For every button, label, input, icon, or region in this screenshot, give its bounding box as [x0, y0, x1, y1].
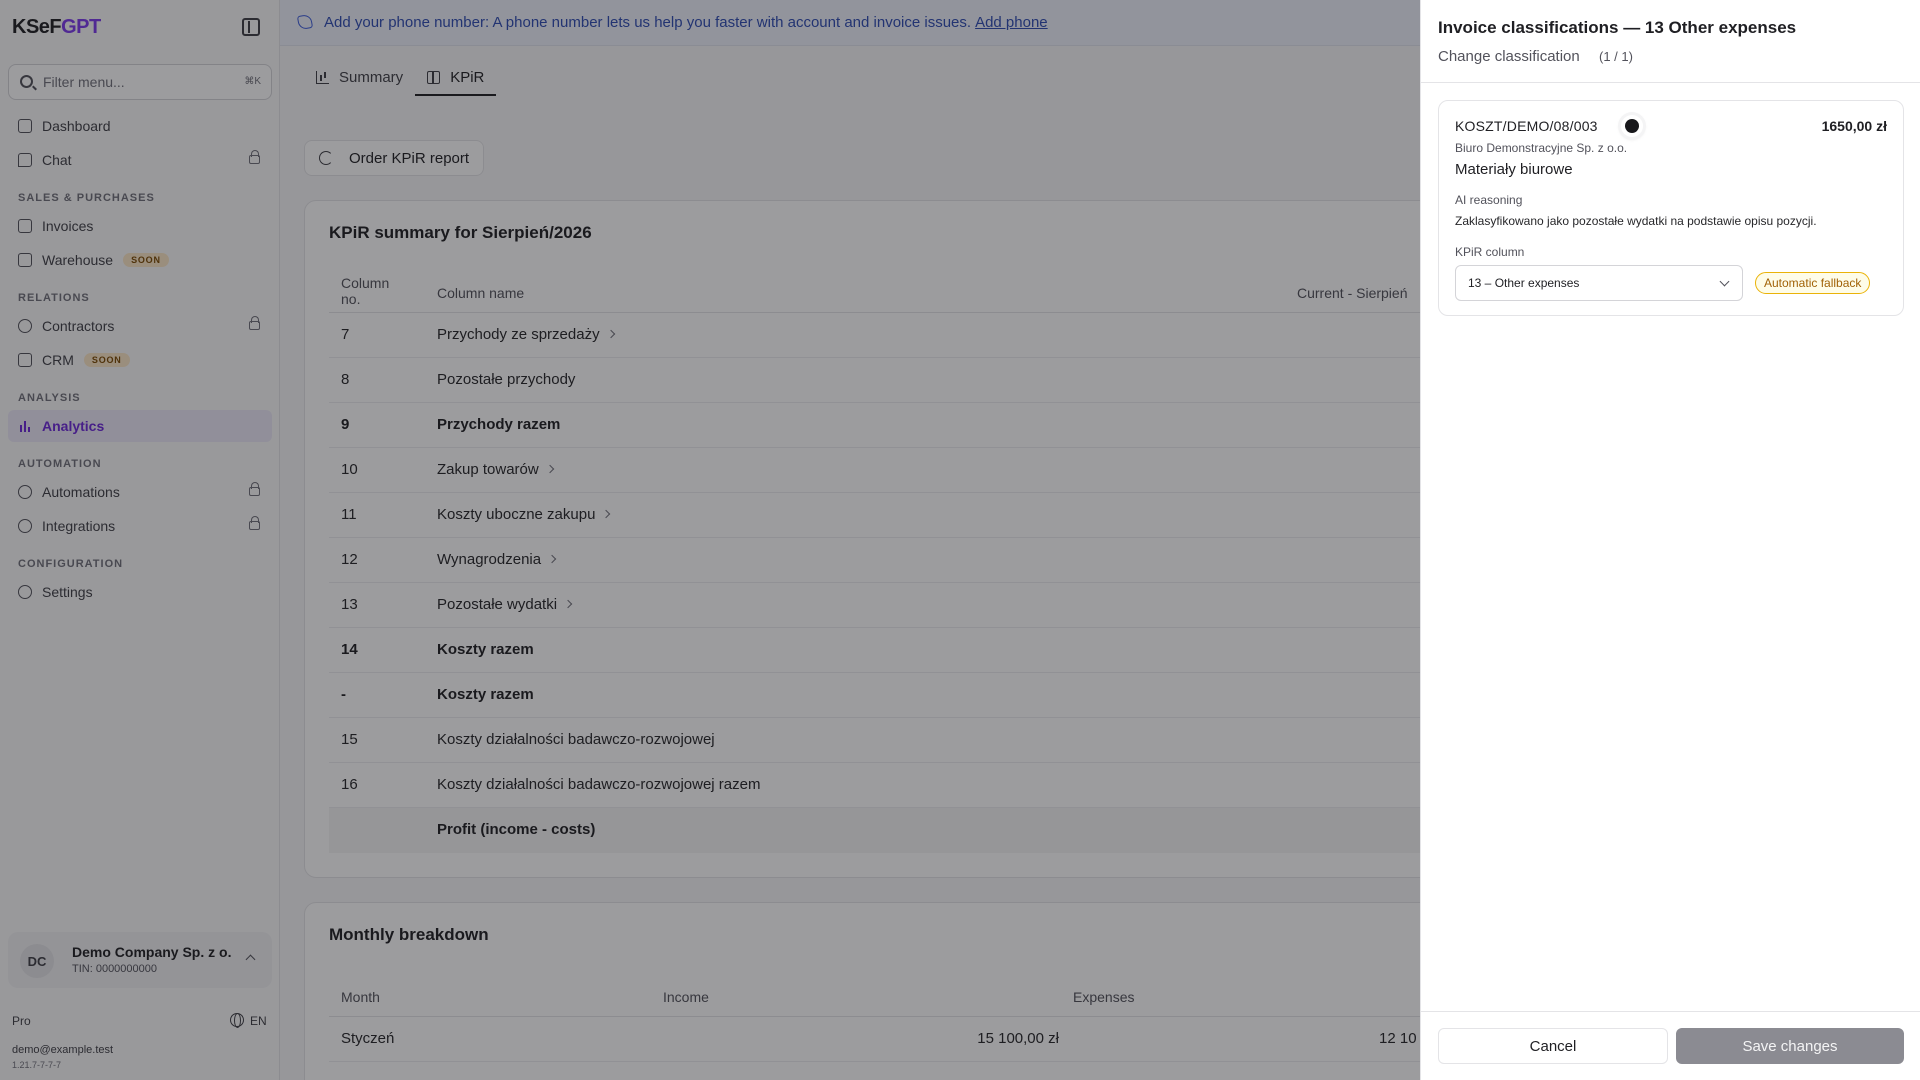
drawer-subtitle: Change classification [1438, 48, 1580, 65]
status-dot-icon[interactable] [1621, 115, 1643, 137]
divider [1421, 1011, 1920, 1012]
modal-backdrop[interactable] [0, 0, 1420, 1080]
ai-reasoning-text: Zaklasyfikowano jako pozostałe wydatki n… [1455, 214, 1817, 228]
invoice-number[interactable]: KOSZT/DEMO/08/003 [1455, 118, 1598, 134]
cancel-button[interactable]: Cancel [1438, 1028, 1668, 1064]
drawer-title: Invoice classifications — 13 Other expen… [1438, 18, 1797, 37]
ai-reasoning-label: AI reasoning [1455, 193, 1523, 207]
chevron-down-icon [1719, 276, 1730, 287]
kpir-column-label: KPiR column [1455, 245, 1525, 259]
drawer-count: (1 / 1) [1599, 49, 1633, 64]
kpir-column-select[interactable]: 13 – Other expenses [1455, 265, 1743, 301]
classification-drawer: Invoice classifications — 13 Other expen… [1420, 0, 1920, 1080]
invoice-vendor: Biuro Demonstracyjne Sp. z o.o. [1455, 141, 1628, 155]
invoice-classification-card: KOSZT/DEMO/08/003 1650,00 zł Biuro Demon… [1438, 100, 1904, 316]
automatic-fallback-badge: Automatic fallback [1755, 272, 1871, 294]
invoice-amount: 1650,00 zł [1821, 118, 1887, 134]
save-changes-button[interactable]: Save changes [1676, 1028, 1904, 1064]
invoice-description: Materiały biurowe [1455, 161, 1573, 178]
divider [1421, 82, 1920, 83]
